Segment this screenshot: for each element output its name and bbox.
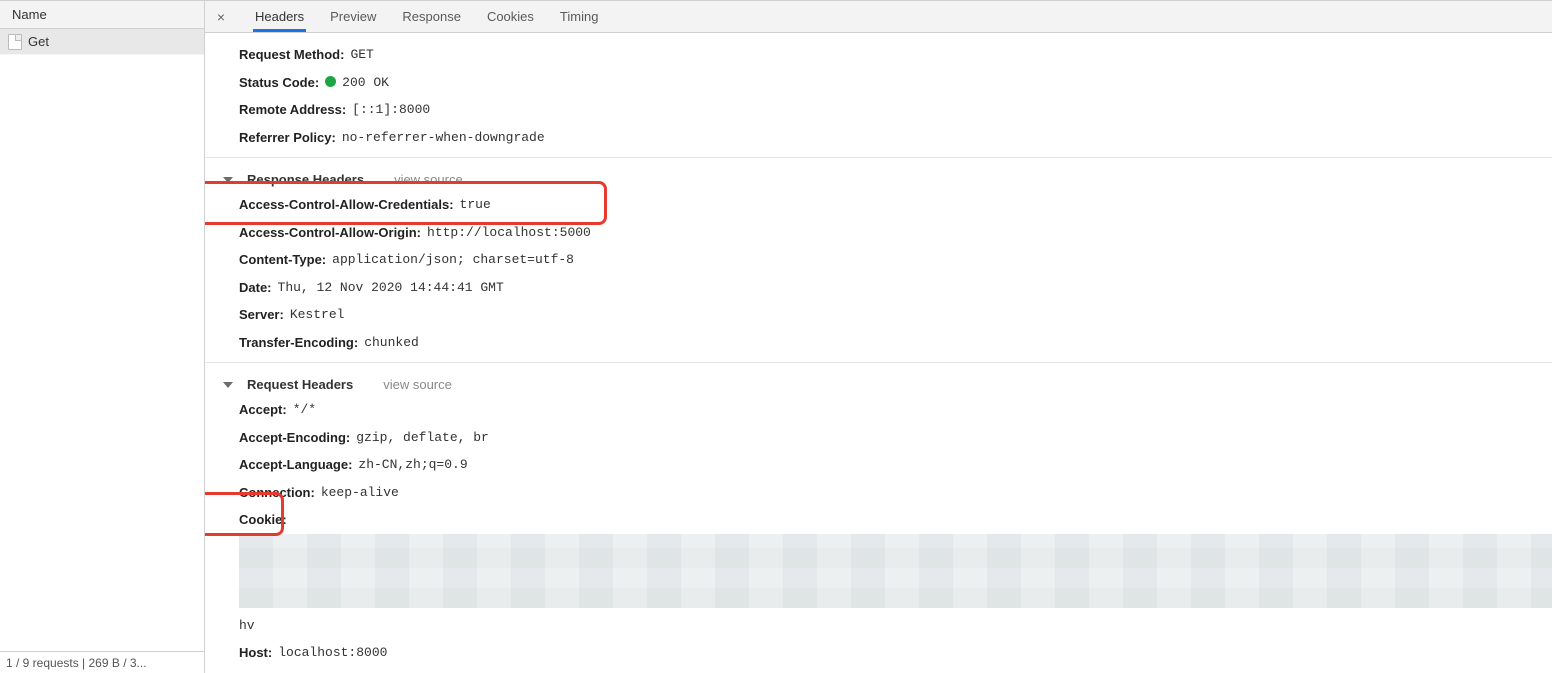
- label-accept: Accept:: [239, 400, 287, 420]
- tab-headers[interactable]: Headers: [253, 1, 306, 32]
- request-list-pane: Name Get 1 / 9 requests | 269 B / 3...: [0, 1, 205, 673]
- label-cookie: Cookie:: [239, 510, 287, 530]
- resp-row-date: Date: Thu, 12 Nov 2020 14:44:41 GMT: [223, 274, 1552, 302]
- value-server: Kestrel: [290, 305, 345, 325]
- response-headers-view-source[interactable]: view source: [394, 172, 463, 187]
- req-row-connection: Connection: keep-alive: [223, 479, 1552, 507]
- request-list-item[interactable]: Get: [0, 29, 204, 55]
- label-server: Server:: [239, 305, 284, 325]
- response-headers-title: Response Headers: [247, 172, 364, 187]
- req-row-cookie: Cookie:: [223, 506, 1552, 534]
- label-remote-address: Remote Address:: [239, 100, 346, 120]
- redacted-cookie-value: [239, 534, 1552, 608]
- label-status-code: Status Code:: [239, 73, 319, 93]
- label-transfer-encoding: Transfer-Encoding:: [239, 333, 358, 353]
- status-dot-icon: [325, 76, 336, 87]
- label-acac: Access-Control-Allow-Credentials:: [239, 195, 454, 215]
- value-content-type: application/json; charset=utf-8: [332, 250, 574, 270]
- label-connection: Connection:: [239, 483, 315, 503]
- resp-row-ct: Content-Type: application/json; charset=…: [223, 246, 1552, 274]
- value-date: Thu, 12 Nov 2020 14:44:41 GMT: [278, 278, 504, 298]
- label-date: Date:: [239, 278, 272, 298]
- label-acao: Access-Control-Allow-Origin:: [239, 223, 421, 243]
- response-headers-section: Response Headers view source Access-Cont…: [223, 158, 1552, 356]
- request-headers-section: Request Headers view source Accept: */* …: [223, 363, 1552, 673]
- tab-timing[interactable]: Timing: [558, 1, 601, 32]
- request-headers-title: Request Headers: [247, 377, 353, 392]
- req-row-host: Host: localhost:8000: [223, 639, 1552, 667]
- resp-row-acac: Access-Control-Allow-Credentials: true: [223, 191, 1552, 219]
- details-tabbar: × Headers Preview Response Cookies Timin…: [205, 1, 1552, 33]
- value-accept: */*: [293, 400, 316, 420]
- req-row-accept-language: Accept-Language: zh-CN,zh;q=0.9: [223, 451, 1552, 479]
- req-row-accept-encoding: Accept-Encoding: gzip, deflate, br: [223, 424, 1552, 452]
- general-row-status: Status Code: 200 OK: [223, 69, 1552, 97]
- response-headers-head[interactable]: Response Headers view source: [223, 166, 1552, 191]
- value-accept-language: zh-CN,zh;q=0.9: [358, 455, 467, 475]
- value-status-code: 200 OK: [325, 73, 389, 93]
- value-acao: http://localhost:5000: [427, 223, 591, 243]
- request-item-name: Get: [28, 34, 49, 49]
- value-transfer-encoding: chunked: [364, 333, 419, 353]
- value-remote-address: [::1]:8000: [352, 100, 430, 120]
- req-row-hv-fragment: hv: [223, 612, 1552, 640]
- tab-response[interactable]: Response: [400, 1, 463, 32]
- value-request-method: GET: [350, 45, 373, 65]
- label-referrer-policy: Referrer Policy:: [239, 128, 336, 148]
- headers-content: Request Method: GET Status Code: 200 OK …: [205, 33, 1552, 673]
- resp-row-te: Transfer-Encoding: chunked: [223, 329, 1552, 357]
- tab-preview[interactable]: Preview: [328, 1, 378, 32]
- request-list-header[interactable]: Name: [0, 1, 204, 29]
- chevron-down-icon: [223, 177, 233, 183]
- label-accept-language: Accept-Language:: [239, 455, 352, 475]
- label-request-method: Request Method:: [239, 45, 344, 65]
- resp-row-server: Server: Kestrel: [223, 301, 1552, 329]
- devtools-network-panel: Name Get 1 / 9 requests | 269 B / 3... ×…: [0, 0, 1552, 673]
- general-row-refpolicy: Referrer Policy: no-referrer-when-downgr…: [223, 124, 1552, 152]
- req-row-origin: Origin: http://localhost:5000: [223, 667, 1552, 673]
- value-accept-encoding: gzip, deflate, br: [356, 428, 489, 448]
- value-connection: keep-alive: [321, 483, 399, 503]
- value-hv-fragment: hv: [239, 616, 255, 636]
- value-host: localhost:8000: [278, 643, 387, 663]
- general-row-remote: Remote Address: [::1]:8000: [223, 96, 1552, 124]
- document-icon: [8, 34, 22, 50]
- close-icon[interactable]: ×: [213, 9, 229, 25]
- label-accept-encoding: Accept-Encoding:: [239, 428, 350, 448]
- tab-cookies[interactable]: Cookies: [485, 1, 536, 32]
- chevron-down-icon: [223, 382, 233, 388]
- req-row-accept: Accept: */*: [223, 396, 1552, 424]
- value-referrer-policy: no-referrer-when-downgrade: [342, 128, 545, 148]
- resp-row-acao: Access-Control-Allow-Origin: http://loca…: [223, 219, 1552, 247]
- label-host: Host:: [239, 643, 272, 663]
- label-content-type: Content-Type:: [239, 250, 326, 270]
- status-code-text: 200 OK: [342, 75, 389, 90]
- request-details-pane: × Headers Preview Response Cookies Timin…: [205, 1, 1552, 673]
- request-list-statusbar: 1 / 9 requests | 269 B / 3...: [0, 651, 204, 673]
- request-headers-view-source[interactable]: view source: [383, 377, 452, 392]
- value-acac: true: [460, 195, 491, 215]
- request-list: Get: [0, 29, 204, 651]
- general-row-method: Request Method: GET: [223, 41, 1552, 69]
- request-headers-head[interactable]: Request Headers view source: [223, 371, 1552, 396]
